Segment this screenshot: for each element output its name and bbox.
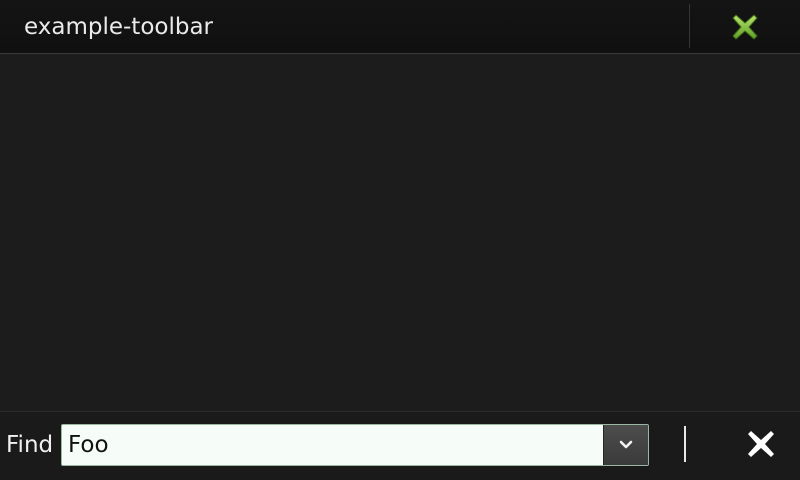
window-title: example-toolbar <box>24 14 213 40</box>
title-bar: example-toolbar <box>0 0 800 54</box>
content-area <box>0 55 800 411</box>
close-x-icon <box>748 431 774 457</box>
find-input[interactable] <box>62 425 603 465</box>
find-toolbar-separator <box>684 426 686 462</box>
find-combo-box <box>61 424 649 466</box>
close-find-button[interactable] <box>738 424 784 464</box>
close-x-icon <box>732 14 758 40</box>
close-app-button[interactable] <box>690 0 800 54</box>
chevron-down-icon <box>619 440 633 449</box>
app-window: example-toolbar Find <box>0 0 800 480</box>
find-label: Find <box>6 432 54 458</box>
find-history-dropdown-button[interactable] <box>603 425 648 465</box>
